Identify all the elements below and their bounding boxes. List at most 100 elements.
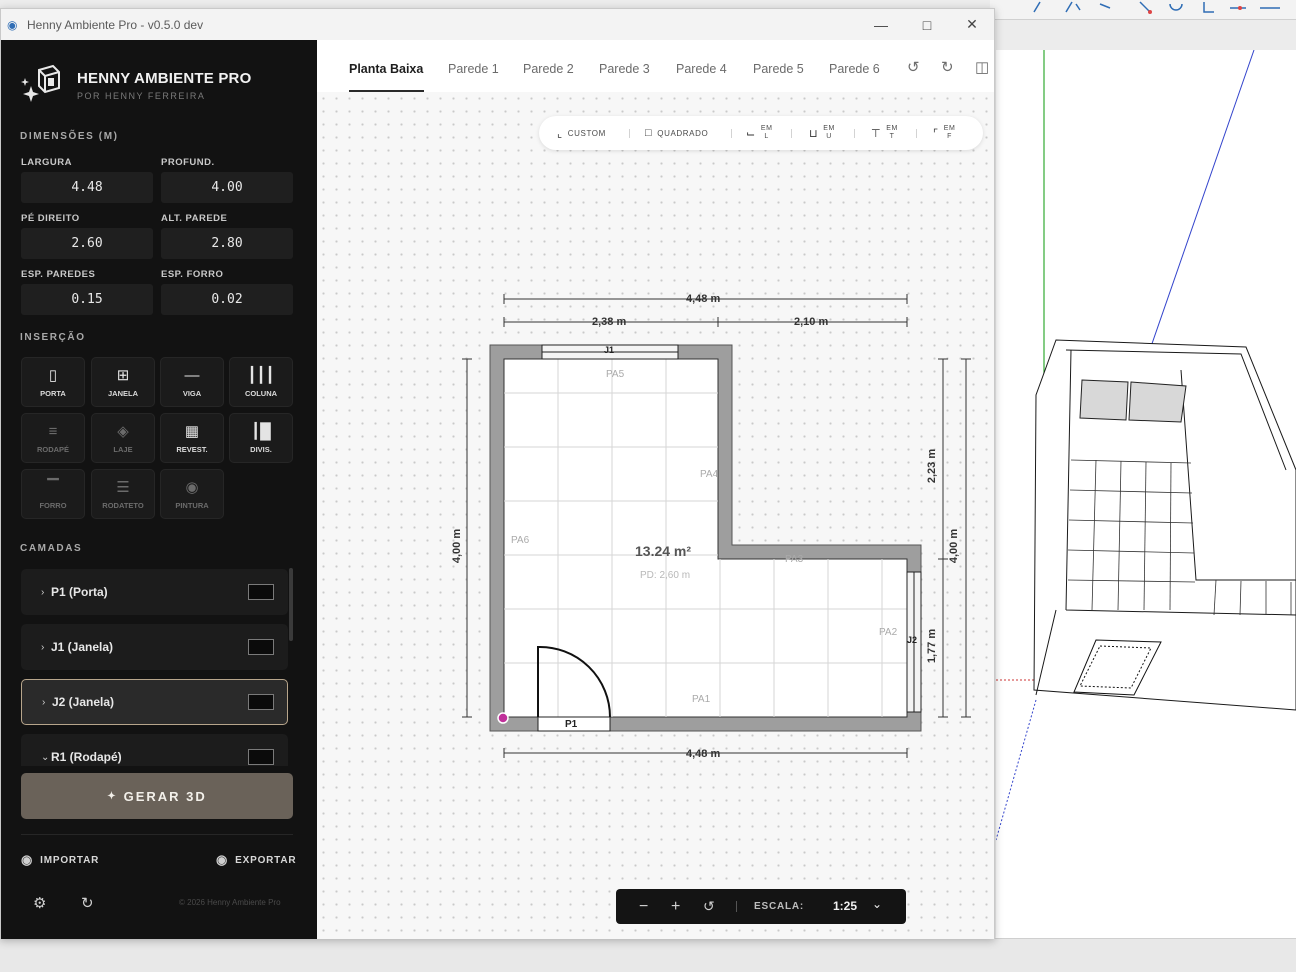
shape-f-button[interactable]: ⌜ EM F xyxy=(933,116,955,150)
tab-parede-5[interactable]: Parede 5 xyxy=(753,62,804,76)
minimize-button[interactable]: — xyxy=(858,9,904,40)
insert-column-label: COLUNA xyxy=(244,389,278,398)
layers-scrollbar[interactable] xyxy=(289,568,293,641)
dim-left-total: 4,00 m xyxy=(451,528,463,564)
chevron-right-icon[interactable]: › xyxy=(41,642,51,653)
sparkle-icon: ✦ xyxy=(107,790,116,802)
room-floor xyxy=(503,358,908,718)
redo-icon[interactable]: ↻ xyxy=(941,58,954,76)
wall-label-pa1: PA1 xyxy=(692,694,711,705)
dim-top-left: 2,38 m xyxy=(592,316,627,328)
ceiling-thickness-input[interactable]: 0.02 xyxy=(161,284,293,315)
panel-toggle-icon[interactable]: ◫ xyxy=(975,58,989,76)
shape-f-label: EM F xyxy=(943,125,956,140)
export-icon: ◉ xyxy=(216,852,229,867)
dim-top-right: 2,10 m xyxy=(794,316,829,328)
layer-color-swatch[interactable] xyxy=(248,749,274,765)
toolbar-separator xyxy=(629,129,630,138)
room-area: 13.24 m² xyxy=(635,543,692,559)
generate-3d-button[interactable]: ✦ GERAR 3D xyxy=(21,773,293,819)
active-tab-indicator xyxy=(349,90,424,92)
insert-beam-button[interactable]: — VIGA xyxy=(160,357,224,407)
dim-right-upper: 2,23 m xyxy=(926,448,938,484)
insert-window-button[interactable]: ⊞ JANELA xyxy=(91,357,155,407)
baseboard-icon: ≡ xyxy=(48,423,58,440)
insert-beam-label: VIGA xyxy=(182,389,202,398)
ceiling-height-input[interactable]: 2.60 xyxy=(21,228,153,259)
shape-u-button[interactable]: ⊔ EM U xyxy=(809,116,835,150)
import-button[interactable]: ◉ IMPORTAR xyxy=(21,852,99,868)
room-ceiling-height: PD: 2,60 m xyxy=(640,570,691,581)
beam-icon: — xyxy=(184,367,200,384)
gear-icon[interactable]: ⚙ xyxy=(33,894,46,912)
window-icon: ⊞ xyxy=(116,367,130,384)
layer-item-p1[interactable]: › P1 (Porta) xyxy=(21,569,288,615)
plan-canvas[interactable]: Planta Baixa Parede 1 Parede 2 Parede 3 … xyxy=(317,40,994,939)
tab-planta-baixa[interactable]: Planta Baixa xyxy=(349,62,423,76)
insert-divider-button[interactable]: ┃█ DIVIS. xyxy=(229,413,293,463)
insert-tile-button[interactable]: ▦ REVEST. xyxy=(160,413,224,463)
reset-view-icon[interactable]: ↺ xyxy=(703,889,715,924)
insert-column-button[interactable]: ┃┃┃ COLUNA xyxy=(229,357,293,407)
3d-viewport[interactable] xyxy=(995,49,1296,938)
toolbar-separator xyxy=(854,129,855,138)
wall-thickness-input[interactable]: 0.15 xyxy=(21,284,153,315)
door-label-p1: P1 xyxy=(565,719,578,730)
tab-parede-4[interactable]: Parede 4 xyxy=(676,62,727,76)
t-shape-icon: ⊤ xyxy=(871,127,882,140)
wall-label-pa6: PA6 xyxy=(511,535,530,546)
layer-color-swatch[interactable] xyxy=(248,584,274,600)
wall-height-input[interactable]: 2.80 xyxy=(161,228,293,259)
square-icon: □ xyxy=(645,127,653,139)
insert-crown-molding-label: RODATETO xyxy=(102,501,144,510)
layer-item-r1[interactable]: ⌄ R1 (Rodapé) xyxy=(21,734,288,766)
shape-l-label: EM L xyxy=(760,125,773,140)
layer-item-j1[interactable]: › J1 (Janela) xyxy=(21,624,288,670)
tab-parede-6[interactable]: Parede 6 xyxy=(829,62,880,76)
app-icon: ◉ xyxy=(7,17,18,32)
depth-input[interactable]: 4.00 xyxy=(161,172,293,203)
insert-crown-molding-button[interactable]: ☰ RODATETO xyxy=(91,469,155,519)
layer-color-swatch[interactable] xyxy=(248,694,274,710)
import-label: IMPORTAR xyxy=(40,854,100,866)
title-bar[interactable]: ◉ Henny Ambiente Pro - v0.5.0 dev — □ ✕ xyxy=(1,9,994,40)
chevron-right-icon[interactable]: › xyxy=(42,697,52,708)
chevron-down-icon[interactable]: ⌄ xyxy=(41,752,51,763)
undo-icon[interactable]: ↺ xyxy=(907,58,920,76)
shape-square-button[interactable]: □ QUADRADO xyxy=(645,116,708,150)
shape-t-button[interactable]: ⊤ EM T xyxy=(871,116,898,150)
sidebar: HENNY AMBIENTE PRO POR HENNY FERREIRA DI… xyxy=(1,40,317,939)
dimension-lines xyxy=(462,294,971,758)
insert-slab-label: LAJE xyxy=(113,445,133,454)
insert-door-button[interactable]: ▯ PORTA xyxy=(21,357,85,407)
insert-baseboard-label: RODAPÉ xyxy=(36,445,70,454)
shape-toolbar: ⌞ CUSTOM □ QUADRADO ⌙ EML ⊔ EMU ⊤ EMT xyxy=(539,116,983,150)
export-button[interactable]: ◉ EXPORTAR xyxy=(216,852,296,868)
zoom-out-button[interactable]: − xyxy=(639,889,648,924)
insert-slab-button[interactable]: ◈ LAJE xyxy=(91,413,155,463)
zoom-control-bar: − + ↺ ESCALA: 1:25 ⌄ xyxy=(616,889,906,924)
tab-parede-2[interactable]: Parede 2 xyxy=(523,62,574,76)
insert-baseboard-button[interactable]: ≡ RODAPÉ xyxy=(21,413,85,463)
layer-color-swatch[interactable] xyxy=(248,639,274,655)
chevron-right-icon[interactable]: › xyxy=(41,587,51,598)
scale-value[interactable]: 1:25 xyxy=(833,899,857,913)
divider-icon: ┃█ xyxy=(251,423,271,440)
maximize-button[interactable]: □ xyxy=(904,9,950,40)
insert-ceiling-button[interactable]: ▔ FORRO xyxy=(21,469,85,519)
chevron-down-icon[interactable]: ⌄ xyxy=(872,897,882,911)
layer-item-j2[interactable]: › J2 (Janela) xyxy=(21,679,288,725)
tab-parede-1[interactable]: Parede 1 xyxy=(448,62,499,76)
insertion-section-title: INSERÇÃO xyxy=(20,332,86,343)
width-input[interactable]: 4.48 xyxy=(21,172,153,203)
insert-paint-button[interactable]: ◉ PINTURA xyxy=(160,469,224,519)
tab-bar: Planta Baixa Parede 1 Parede 2 Parede 3 … xyxy=(317,40,994,92)
tab-parede-3[interactable]: Parede 3 xyxy=(599,62,650,76)
zoom-in-button[interactable]: + xyxy=(671,889,680,924)
f-shape-icon: ⌜ xyxy=(933,127,939,140)
refresh-icon[interactable]: ↻ xyxy=(81,894,94,912)
window-label-j1: J1 xyxy=(604,345,615,355)
close-button[interactable]: ✕ xyxy=(949,9,995,40)
shape-l-button[interactable]: ⌙ EM L xyxy=(746,116,773,150)
shape-custom-button[interactable]: ⌞ CUSTOM xyxy=(557,116,606,150)
